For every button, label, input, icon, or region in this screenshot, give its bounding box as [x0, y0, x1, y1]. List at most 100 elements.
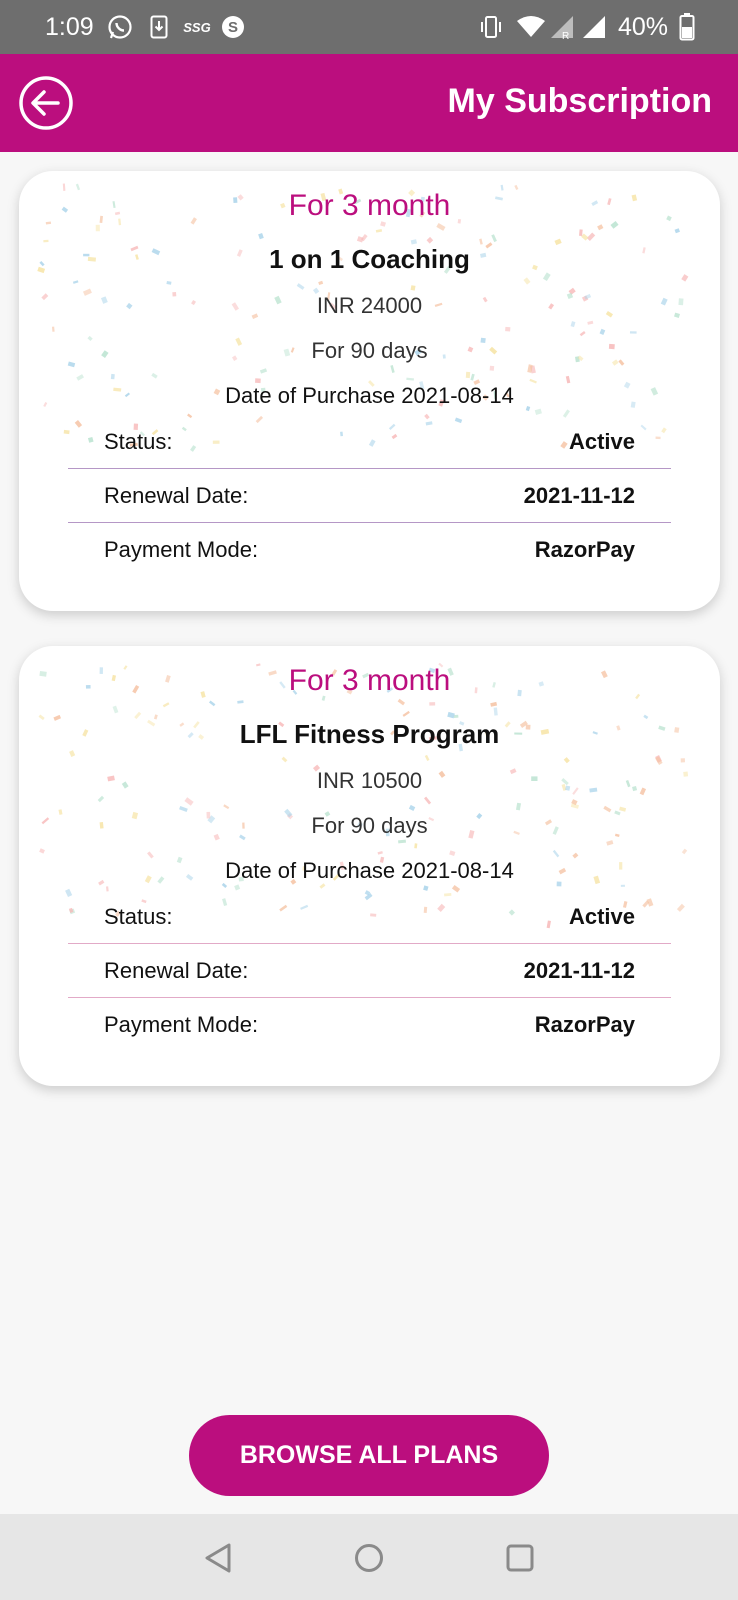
status-time: 1:09: [45, 13, 94, 41]
confetti-piece: [586, 232, 596, 241]
renewal-label: Renewal Date:: [104, 957, 249, 983]
confetti-piece: [356, 236, 364, 243]
svg-text:R: R: [562, 31, 569, 40]
confetti-piece: [505, 326, 511, 332]
confetti-piece: [72, 280, 79, 284]
confetti-piece: [629, 331, 637, 334]
plan-price: INR 24000: [316, 293, 423, 318]
nav-back-button[interactable]: [199, 1538, 239, 1578]
confetti-piece: [587, 320, 594, 325]
confetti-piece: [489, 365, 495, 371]
confetti-piece: [436, 223, 446, 231]
plan-duration: For 90 days: [311, 813, 428, 838]
plan-name: LFL Fitness Program: [239, 719, 500, 749]
confetti-piece: [493, 707, 498, 716]
purchase-date: Date of Purchase 2021-08-14: [225, 383, 514, 408]
confetti-piece: [258, 232, 264, 240]
app-header: My Subscription: [0, 54, 738, 152]
confetti-piece: [318, 280, 324, 286]
plan-duration: For 90 days: [311, 338, 428, 363]
confetti-piece: [43, 239, 49, 243]
confetti-piece: [619, 806, 627, 812]
confetti-piece: [390, 365, 395, 373]
payment-row: Payment Mode: RazorPay: [68, 998, 671, 1052]
renewal-row: Renewal Date: 2021-11-12: [68, 469, 671, 523]
confetti-piece: [112, 705, 119, 714]
confetti-piece: [424, 796, 432, 805]
download-icon: [148, 12, 170, 42]
plan-name: 1 on 1 Coaching: [269, 244, 470, 274]
confetti-piece: [681, 274, 689, 282]
back-triangle-icon: [205, 1543, 231, 1573]
confetti-piece: [490, 701, 498, 707]
confetti-piece: [674, 228, 680, 234]
confetti-piece: [414, 843, 418, 849]
confetti-piece: [179, 805, 188, 812]
confetti-piece: [259, 368, 268, 374]
payment-row: Payment Mode: RazorPay: [68, 523, 671, 577]
confetti-piece: [470, 373, 475, 381]
wifi-icon: [516, 12, 546, 42]
confetti-piece: [375, 228, 383, 233]
nav-home-button[interactable]: [349, 1538, 389, 1578]
confetti-piece: [429, 702, 436, 706]
back-button[interactable]: [18, 75, 74, 131]
confetti-piece: [676, 903, 685, 912]
subscription-period: For 3 month: [288, 189, 451, 222]
confetti-piece: [453, 714, 459, 718]
status-label: Status:: [104, 903, 173, 929]
confetti-piece: [402, 710, 410, 717]
confetti-piece: [406, 377, 414, 381]
renewal-row: Renewal Date: 2021-11-12: [68, 944, 671, 998]
confetti-piece: [579, 229, 583, 237]
nav-recents-button[interactable]: [500, 1538, 540, 1578]
battery-icon: [678, 12, 696, 42]
confetti-piece: [563, 757, 570, 764]
subscription-card: For 3 month LFL Fitness Program INR 1050…: [19, 646, 720, 1086]
purchase-date: Date of Purchase 2021-08-14: [225, 858, 514, 883]
confetti-piece: [398, 839, 407, 844]
navigation-bar: [0, 1514, 738, 1600]
ssg-icon: SSG: [183, 19, 211, 35]
confetti-piece: [599, 328, 606, 336]
confetti-piece: [449, 850, 456, 856]
svg-text:S: S: [228, 19, 238, 36]
confetti-piece: [570, 803, 580, 809]
confetti-piece: [655, 755, 662, 763]
confetti-piece: [166, 281, 172, 285]
battery-percent: 40%: [618, 13, 669, 41]
subscription-period: For 3 month: [288, 664, 451, 697]
confetti-piece: [360, 233, 368, 242]
confetti-piece: [570, 321, 576, 328]
confetti-piece: [208, 700, 216, 707]
confetti-piece: [530, 365, 536, 374]
status-row: Status: Active: [68, 415, 671, 469]
confetti-piece: [296, 283, 305, 290]
confetti-piece: [491, 234, 497, 243]
confetti-piece: [571, 799, 578, 806]
back-arrow-circle-icon: [19, 76, 73, 130]
confetti-piece: [97, 795, 105, 803]
confetti-piece: [95, 224, 100, 232]
confetti-piece: [237, 700, 244, 704]
confetti-piece: [447, 711, 455, 719]
confetti-piece: [552, 849, 560, 858]
confetti-piece: [319, 883, 326, 889]
status-bar: 1:09 SSG S R 40%: [0, 0, 738, 54]
renewal-label: Renewal Date:: [104, 482, 249, 508]
confetti-piece: [597, 224, 604, 231]
confetti-piece: [581, 233, 589, 241]
confetti-piece: [426, 236, 434, 244]
confetti-piece: [110, 373, 115, 380]
signal-icon: R: [548, 12, 576, 42]
status-label: Status:: [104, 428, 173, 454]
confetti-piece: [603, 805, 612, 813]
confetti-piece: [655, 756, 663, 766]
confetti-piece: [184, 797, 194, 806]
confetti-piece: [606, 840, 614, 846]
confetti-piece: [515, 802, 522, 811]
renewal-value: 2021-11-12: [523, 482, 635, 508]
browse-all-plans-button[interactable]: BROWSE ALL PLANS: [189, 1415, 549, 1496]
confetti-piece: [69, 750, 76, 758]
payment-value: RazorPay: [534, 1012, 635, 1037]
